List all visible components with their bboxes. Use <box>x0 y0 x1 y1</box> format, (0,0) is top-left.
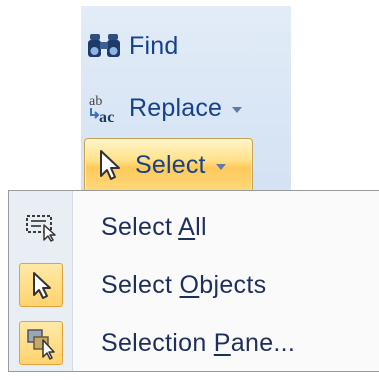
ribbon-editing-group: Find ab ac Replace Select <box>81 6 291 202</box>
find-label: Find <box>129 31 179 60</box>
chevron-down-icon <box>215 164 226 170</box>
editing-ui: Find ab ac Replace Select Select All Sel… <box>0 0 379 380</box>
menu-item-label: Select All <box>101 213 207 242</box>
replace-icon-text-bottom: ac <box>99 109 115 125</box>
label-post: ll <box>195 212 207 241</box>
find-button[interactable]: Find <box>87 26 178 66</box>
replace-button[interactable]: ab ac Replace <box>87 88 243 128</box>
label-mnemonic: A <box>178 212 196 241</box>
label-pre: Selection <box>101 328 214 357</box>
cursor-arrow-icon <box>19 263 63 307</box>
label-pre: Select <box>101 270 180 299</box>
chevron-down-icon <box>232 107 243 113</box>
menu-item-label: Select Objects <box>101 271 266 300</box>
label-mnemonic: O <box>179 270 200 299</box>
selection-pane-icon <box>19 321 63 365</box>
menu-item-select-objects[interactable]: Select Objects <box>9 257 379 313</box>
menu-item-select-all[interactable]: Select All <box>9 199 379 255</box>
label-post: ane... <box>230 328 296 357</box>
label-mnemonic: P <box>213 328 231 357</box>
select-button[interactable]: Select <box>84 138 253 192</box>
label-post: bjects <box>199 270 267 299</box>
menu-item-label: Selection Pane... <box>101 329 295 358</box>
cursor-arrow-icon <box>93 148 127 182</box>
replace-label: Replace <box>129 93 223 122</box>
label-pre: Select <box>101 212 179 241</box>
replace-ab-icon: ab ac <box>87 91 121 125</box>
select-label: Select <box>135 150 206 179</box>
menu-item-selection-pane[interactable]: Selection Pane... <box>9 315 379 371</box>
select-all-icon <box>19 205 63 249</box>
select-dropdown-menu: Select All Select Objects Selection Pane… <box>8 190 379 372</box>
replace-icon-text-top: ab <box>89 94 103 109</box>
binoculars-icon <box>87 29 121 63</box>
